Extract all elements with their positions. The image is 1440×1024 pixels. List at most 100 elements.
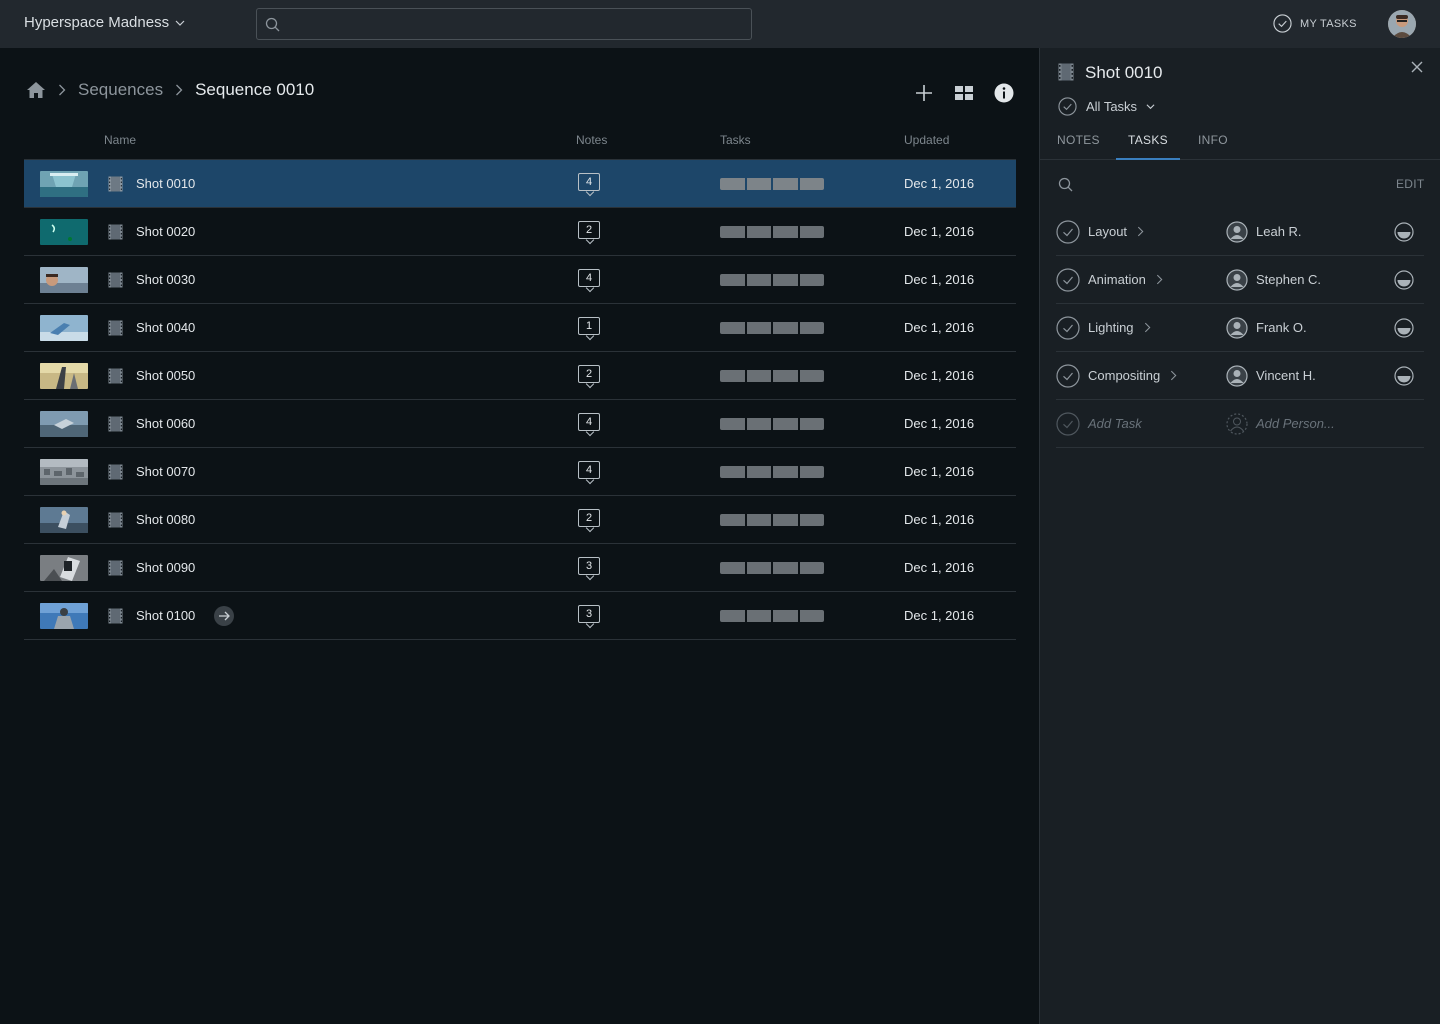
user-avatar[interactable]	[1388, 10, 1416, 38]
notes-count-badge[interactable]: 3	[578, 557, 600, 581]
task-progress-bar	[720, 610, 824, 622]
check-circle-icon[interactable]	[1056, 268, 1080, 292]
table-row[interactable]: Shot 0080 2 Dec 1, 2016	[24, 496, 1016, 544]
column-notes-header[interactable]: Notes	[576, 133, 607, 147]
film-icon	[108, 416, 123, 432]
shot-name[interactable]: Shot 0090	[136, 560, 195, 575]
column-updated-header[interactable]: Updated	[904, 133, 949, 147]
shot-name[interactable]: Shot 0050	[136, 368, 195, 383]
panel-title: Shot 0010	[1085, 63, 1163, 82]
shot-thumbnail	[40, 603, 88, 629]
search-icon[interactable]	[1058, 177, 1074, 193]
task-name[interactable]: Layout	[1088, 224, 1127, 239]
shot-thumbnail	[40, 555, 88, 581]
table-row[interactable]: Shot 0010 4 Dec 1, 2016	[24, 160, 1016, 208]
task-progress-bar	[720, 274, 824, 286]
shot-name[interactable]: Shot 0080	[136, 512, 195, 527]
check-circle-icon[interactable]	[1056, 316, 1080, 340]
table-row[interactable]: Shot 0040 1 Dec 1, 2016	[24, 304, 1016, 352]
status-icon[interactable]	[1394, 270, 1414, 290]
column-name-header[interactable]: Name	[104, 133, 136, 147]
task-row[interactable]: Layout Leah R.	[1056, 208, 1424, 256]
shot-name[interactable]: Shot 0020	[136, 224, 195, 239]
notes-count-badge[interactable]: 2	[578, 509, 600, 533]
status-icon[interactable]	[1394, 318, 1414, 338]
assignee-name[interactable]: Vincent H.	[1256, 368, 1316, 383]
notes-count-badge[interactable]: 2	[578, 365, 600, 389]
table-row[interactable]: Shot 0060 4 Dec 1, 2016	[24, 400, 1016, 448]
add-task-input[interactable]: Add Task	[1088, 416, 1142, 431]
shots-table: Shot 0010 4 Dec 1, 2016 Shot 0020 2 Dec …	[24, 159, 1016, 640]
assignee-name[interactable]: Leah R.	[1256, 224, 1302, 239]
add-icon[interactable]	[913, 82, 935, 104]
notes-count-badge[interactable]: 4	[578, 269, 600, 293]
table-row[interactable]: Shot 0090 3 Dec 1, 2016	[24, 544, 1016, 592]
shot-thumbnail	[40, 411, 88, 437]
home-icon[interactable]	[26, 81, 46, 99]
table-row[interactable]: Shot 0020 2 Dec 1, 2016	[24, 208, 1016, 256]
chevron-right-icon	[1171, 370, 1177, 381]
task-name[interactable]: Lighting	[1088, 320, 1134, 335]
film-icon	[108, 560, 123, 576]
film-icon	[108, 368, 123, 384]
table-row[interactable]: Shot 0100 3 Dec 1, 2016	[24, 592, 1016, 640]
film-icon	[108, 272, 123, 288]
grid-view-icon[interactable]	[953, 82, 975, 104]
edit-button[interactable]: EDIT	[1396, 177, 1425, 191]
status-icon[interactable]	[1394, 222, 1414, 242]
film-icon	[108, 464, 123, 480]
global-search-input[interactable]	[256, 8, 752, 40]
shot-thumbnail	[40, 219, 88, 245]
notes-count-badge[interactable]: 1	[578, 317, 600, 341]
shot-thumbnail	[40, 171, 88, 197]
notes-count-badge[interactable]: 4	[578, 173, 600, 197]
notes-count-badge[interactable]: 4	[578, 413, 600, 437]
updated-date: Dec 1, 2016	[904, 608, 975, 623]
notes-count-badge[interactable]: 2	[578, 221, 600, 245]
tab-info[interactable]: INFO	[1198, 133, 1228, 160]
close-icon[interactable]	[1410, 60, 1424, 74]
check-circle-icon	[1273, 14, 1292, 33]
shot-name[interactable]: Shot 0100	[136, 608, 195, 623]
status-icon[interactable]	[1394, 366, 1414, 386]
task-filter-dropdown[interactable]: All Tasks	[1058, 97, 1155, 116]
project-switcher[interactable]: Hyperspace Madness	[24, 14, 185, 31]
shot-name[interactable]: Shot 0010	[136, 176, 195, 191]
my-tasks-label: MY TASKS	[1300, 17, 1357, 30]
chevron-right-icon	[176, 84, 183, 96]
shot-name[interactable]: Shot 0060	[136, 416, 195, 431]
table-row[interactable]: Shot 0070 4 Dec 1, 2016	[24, 448, 1016, 496]
tab-notes[interactable]: NOTES	[1057, 133, 1100, 160]
shot-thumbnail	[40, 459, 88, 485]
add-person-input[interactable]: Add Person...	[1256, 416, 1335, 431]
task-filter-label: All Tasks	[1086, 99, 1138, 114]
task-row[interactable]: Compositing Vincent H.	[1056, 352, 1424, 400]
my-tasks-button[interactable]: MY TASKS	[1273, 14, 1357, 33]
tab-tasks[interactable]: TASKS	[1116, 133, 1180, 160]
shot-name[interactable]: Shot 0040	[136, 320, 195, 335]
table-row[interactable]: Shot 0050 2 Dec 1, 2016	[24, 352, 1016, 400]
breadcrumb-sequences[interactable]: Sequences	[78, 80, 163, 100]
shot-name[interactable]: Shot 0070	[136, 464, 195, 479]
check-circle-icon[interactable]	[1056, 220, 1080, 244]
avatar-image	[1388, 10, 1416, 38]
assignee-name[interactable]: Stephen C.	[1256, 272, 1321, 287]
table-row[interactable]: Shot 0030 4 Dec 1, 2016	[24, 256, 1016, 304]
assignee-name[interactable]: Frank O.	[1256, 320, 1307, 335]
column-tasks-header[interactable]: Tasks	[720, 133, 751, 147]
open-shot-button[interactable]	[214, 606, 234, 626]
updated-date: Dec 1, 2016	[904, 320, 975, 335]
task-row[interactable]: Lighting Frank O.	[1056, 304, 1424, 352]
task-progress-bar	[720, 370, 824, 382]
shot-name[interactable]: Shot 0030	[136, 272, 195, 287]
project-name: Hyperspace Madness	[24, 14, 170, 31]
task-name[interactable]: Animation	[1088, 272, 1146, 287]
task-name[interactable]: Compositing	[1088, 368, 1160, 383]
notes-count-badge[interactable]: 4	[578, 461, 600, 485]
info-icon[interactable]	[993, 82, 1015, 104]
shot-thumbnail	[40, 267, 88, 293]
check-circle-icon[interactable]	[1056, 364, 1080, 388]
notes-count-badge[interactable]: 3	[578, 605, 600, 629]
task-row[interactable]: Animation Stephen C.	[1056, 256, 1424, 304]
task-progress-bar	[720, 178, 824, 190]
